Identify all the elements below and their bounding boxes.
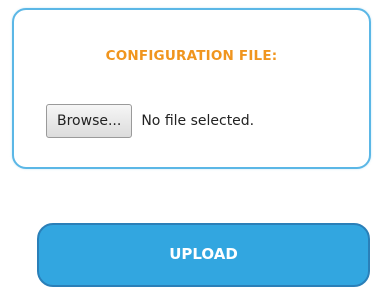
configuration-file-title: CONFIGURATION FILE: (105, 48, 278, 64)
configuration-file-panel: CONFIGURATION FILE: Browse... No file se… (12, 8, 371, 169)
file-input[interactable]: Browse... No file selected. (46, 104, 254, 138)
upload-button[interactable]: UPLOAD (37, 223, 370, 287)
file-selection-status: No file selected. (141, 113, 255, 129)
browse-button[interactable]: Browse... (46, 104, 133, 138)
